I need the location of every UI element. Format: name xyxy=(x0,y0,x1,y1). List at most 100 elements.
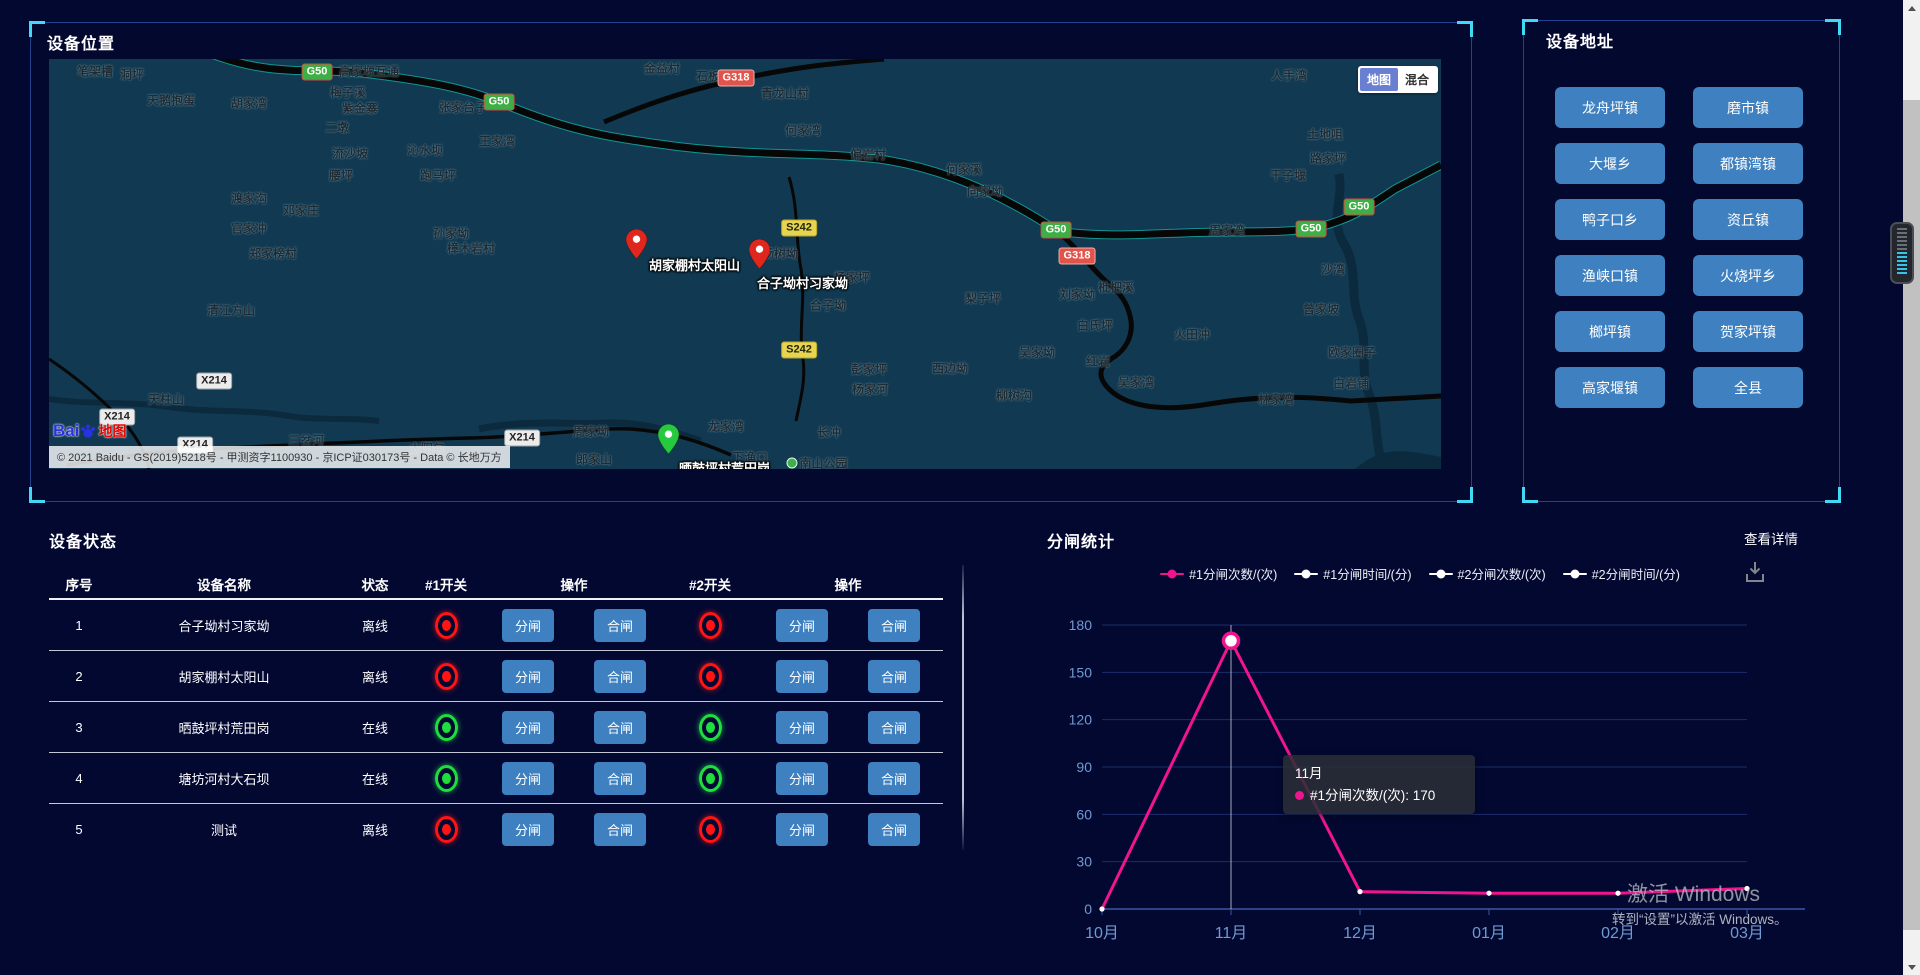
map-type-option-map[interactable]: 地图 xyxy=(1360,68,1398,91)
data-point[interactable] xyxy=(1615,891,1620,896)
switch1-cell xyxy=(411,765,481,792)
close-switch2-button[interactable]: 合闸 xyxy=(868,711,920,744)
row-no: 3 xyxy=(49,720,109,735)
windows-watermark-subtitle: 转到“设置”以激活 Windows。 xyxy=(1612,908,1788,928)
open-switch2-button[interactable]: 分闸 xyxy=(776,660,828,693)
download-icon[interactable] xyxy=(1744,560,1766,586)
close-switch1-button[interactable]: 合闸 xyxy=(594,660,646,693)
map-type-toggle: 地图 混合 xyxy=(1358,66,1438,93)
col-header-operation1: 操作 xyxy=(481,574,667,594)
view-details-link[interactable]: 查看详情 xyxy=(1744,528,1798,548)
table-row: 2胡家棚村太阳山离线分闸合闸分闸合闸 xyxy=(49,650,943,701)
data-point[interactable] xyxy=(1357,889,1362,894)
panel-corner xyxy=(1825,487,1841,503)
chart-tooltip: 11月 #1分闸次数/(次): 170 xyxy=(1283,755,1475,814)
legend-item-2[interactable]: #1分闸时间/(分) xyxy=(1294,564,1411,583)
map-roads-layer xyxy=(49,59,1441,469)
data-point[interactable] xyxy=(1486,891,1491,896)
open-switch1-button[interactable]: 分闸 xyxy=(502,711,554,744)
address-button-11[interactable]: 高家堰镇 xyxy=(1555,367,1665,408)
address-button-12[interactable]: 全县 xyxy=(1693,367,1803,408)
legend-label: #1分闸时间/(分) xyxy=(1323,564,1411,583)
map-copyright: © 2021 Baidu - GS(2019)5218号 - 甲测资字11009… xyxy=(49,446,510,468)
table-header-row: 序号 设备名称 状态 #1开关 操作 #2开关 操作 xyxy=(49,570,943,598)
device-marker-pin[interactable] xyxy=(626,229,647,264)
col-header-status: 状态 xyxy=(339,574,411,594)
open-switch2-button[interactable]: 分闸 xyxy=(776,609,828,642)
address-button-7[interactable]: 渔峡口镇 xyxy=(1555,255,1665,296)
baidu-logo-text: Bai xyxy=(53,421,79,441)
address-button-3[interactable]: 大堰乡 xyxy=(1555,143,1665,184)
device-marker-label: 晒鼓坪村荒田岗 xyxy=(679,458,770,469)
y-axis-tick-label: 120 xyxy=(1069,712,1093,728)
open-switch1-button[interactable]: 分闸 xyxy=(502,762,554,795)
pin-icon xyxy=(626,229,647,259)
data-point[interactable] xyxy=(1099,906,1104,911)
legend-item-4[interactable]: #2分闸时间/(分) xyxy=(1563,564,1680,583)
section-divider xyxy=(962,565,964,850)
address-button-10[interactable]: 贺家坪镇 xyxy=(1693,311,1803,352)
x-axis-tick-label: 11月 xyxy=(1215,925,1248,942)
road-badge-x214: X214 xyxy=(504,430,540,447)
address-button-5[interactable]: 鸭子口乡 xyxy=(1555,199,1665,240)
vertical-scrollbar[interactable] xyxy=(1903,0,1920,975)
open-switch2-button[interactable]: 分闸 xyxy=(776,762,828,795)
legend-item-1[interactable]: #1分闸次数/(次) xyxy=(1160,564,1277,583)
x-axis-tick-label: 10月 xyxy=(1085,925,1119,942)
switch1-cell xyxy=(411,663,481,690)
close-switch1-button[interactable]: 合闸 xyxy=(594,813,646,846)
address-button-8[interactable]: 火烧坪乡 xyxy=(1693,255,1803,296)
panel-corner xyxy=(1457,21,1473,37)
widget-stripes xyxy=(1897,228,1907,252)
tooltip-series-line: #1分闸次数/(次): 170 xyxy=(1295,785,1463,807)
down-arrow-icon xyxy=(1908,965,1916,970)
highlighted-data-point[interactable] xyxy=(1224,633,1239,648)
close-switch2-button[interactable]: 合闸 xyxy=(868,813,920,846)
table-row: 5测试离线分闸合闸分闸合闸 xyxy=(49,803,943,854)
baidu-map[interactable]: 笔架槽洞坪天鹅抱蛋胡家湾高家堰互通梅子溪紫金寨二墩张家台子流沙坡沁水坝跑马坪腰坪… xyxy=(49,59,1441,469)
windows-watermark-title: 激活 Windows xyxy=(1627,878,1760,908)
legend-marker xyxy=(1294,573,1318,575)
close-switch1-button[interactable]: 合闸 xyxy=(594,609,646,642)
close-switch2-button[interactable]: 合闸 xyxy=(868,660,920,693)
open-switch1-button[interactable]: 分闸 xyxy=(502,660,554,693)
switch1-led xyxy=(435,714,458,741)
switch1-led xyxy=(435,765,458,792)
device-marker-pin[interactable] xyxy=(749,239,770,274)
address-button-2[interactable]: 磨市镇 xyxy=(1693,87,1803,128)
baidu-logo: Bai 地图 xyxy=(53,421,126,441)
panel-corner xyxy=(1522,19,1538,35)
scrollbar-up-arrow[interactable] xyxy=(1903,0,1920,16)
close-switch1-button[interactable]: 合闸 xyxy=(594,711,646,744)
trip-stats-title: 分闸统计 xyxy=(1047,528,1115,552)
x-axis-tick-label: 01月 xyxy=(1472,925,1506,942)
scrollbar-down-arrow[interactable] xyxy=(1903,959,1920,975)
panel-corner xyxy=(29,21,45,37)
row-no: 2 xyxy=(49,669,109,684)
widget-stripes xyxy=(1897,252,1907,274)
address-button-6[interactable]: 资丘镇 xyxy=(1693,199,1803,240)
device-marker-label: 胡家棚村太阳山 xyxy=(649,255,740,274)
map-type-option-hybrid[interactable]: 混合 xyxy=(1398,68,1436,91)
device-name: 合子坳村习家坳 xyxy=(109,616,339,635)
close-switch2-button[interactable]: 合闸 xyxy=(868,762,920,795)
address-button-4[interactable]: 都镇湾镇 xyxy=(1693,143,1803,184)
address-button-9[interactable]: 榔坪镇 xyxy=(1555,311,1665,352)
switch1-cell xyxy=(411,612,481,639)
close-switch1-button[interactable]: 合闸 xyxy=(594,762,646,795)
legend-item-3[interactable]: #2分闸次数/(次) xyxy=(1429,564,1546,583)
device-marker-pin[interactable] xyxy=(658,424,679,459)
device-name: 塘坊河村大石坝 xyxy=(109,769,339,788)
open-switch1-button[interactable]: 分闸 xyxy=(502,813,554,846)
baidu-paw-icon xyxy=(80,423,96,439)
open-switch1-button[interactable]: 分闸 xyxy=(502,609,554,642)
switch2-led xyxy=(699,714,722,741)
open-switch2-button[interactable]: 分闸 xyxy=(776,813,828,846)
open-switch2-button[interactable]: 分闸 xyxy=(776,711,828,744)
legend-label: #2分闸次数/(次) xyxy=(1458,564,1546,583)
operation2-cell: 分闸 合闸 xyxy=(753,762,943,795)
address-button-1[interactable]: 龙舟坪镇 xyxy=(1555,87,1665,128)
close-switch2-button[interactable]: 合闸 xyxy=(868,609,920,642)
operation1-cell: 分闸 合闸 xyxy=(481,762,667,795)
col-header-no: 序号 xyxy=(49,574,109,594)
